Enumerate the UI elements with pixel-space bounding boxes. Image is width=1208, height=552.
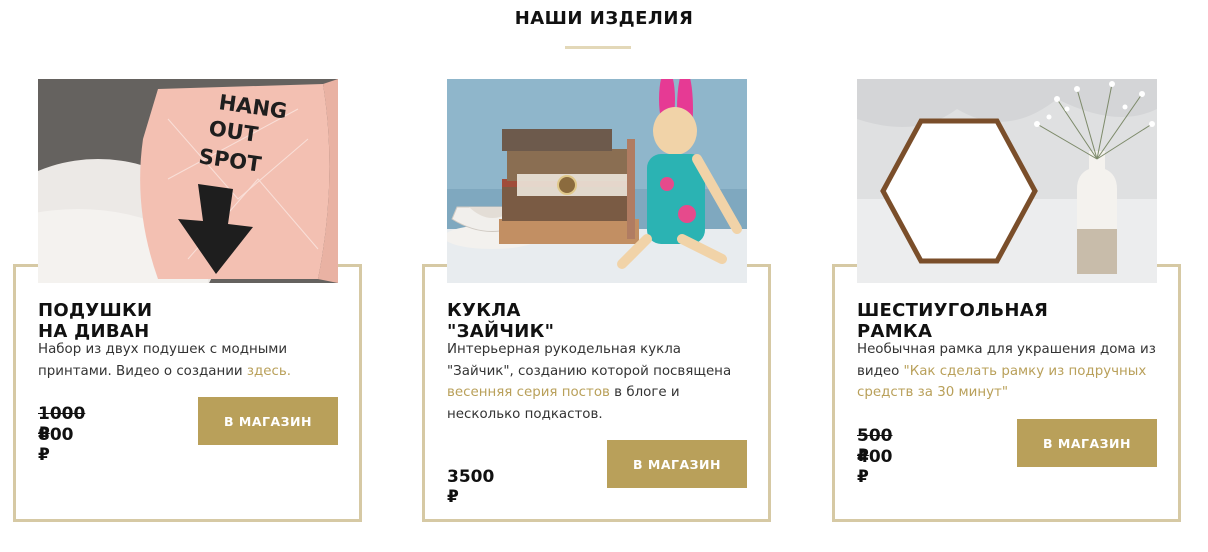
- product-description: Необычная рамка для украшения дома из ви…: [857, 339, 1157, 404]
- shop-button[interactable]: В МАГАЗИН: [198, 397, 338, 445]
- product-description: Интерьерная рукодельная кукла "Зайчик", …: [447, 339, 747, 425]
- current-price: 800 ₽: [38, 425, 74, 465]
- hexagon-frame-photo: [857, 79, 1157, 283]
- shop-button[interactable]: В МАГАЗИН: [1017, 419, 1157, 467]
- product-name: КУКЛА "ЗАЙЧИК": [447, 300, 555, 342]
- title-underline: [565, 46, 631, 49]
- product-name: ПОДУШКИ НА ДИВАН: [38, 300, 153, 342]
- product-description: Набор из двух подушек с модными принтами…: [38, 339, 338, 382]
- bunny-doll-photo: [447, 79, 747, 283]
- current-price: 3500 ₽: [447, 467, 495, 507]
- shop-button[interactable]: В МАГАЗИН: [607, 440, 747, 488]
- product-name: ШЕСТИУГОЛЬНАЯ РАМКА: [857, 300, 1049, 342]
- pillow-photo: HANG OUT SPOT: [38, 79, 338, 283]
- video-link[interactable]: здесь.: [247, 364, 291, 379]
- spring-posts-link[interactable]: весенняя серия постов: [447, 385, 610, 400]
- section-title: НАШИ ИЗДЕЛИЯ: [514, 8, 694, 29]
- desc-text: Интерьерная рукодельная кукла "Зайчик", …: [447, 342, 732, 379]
- current-price: 400 ₽: [857, 447, 893, 487]
